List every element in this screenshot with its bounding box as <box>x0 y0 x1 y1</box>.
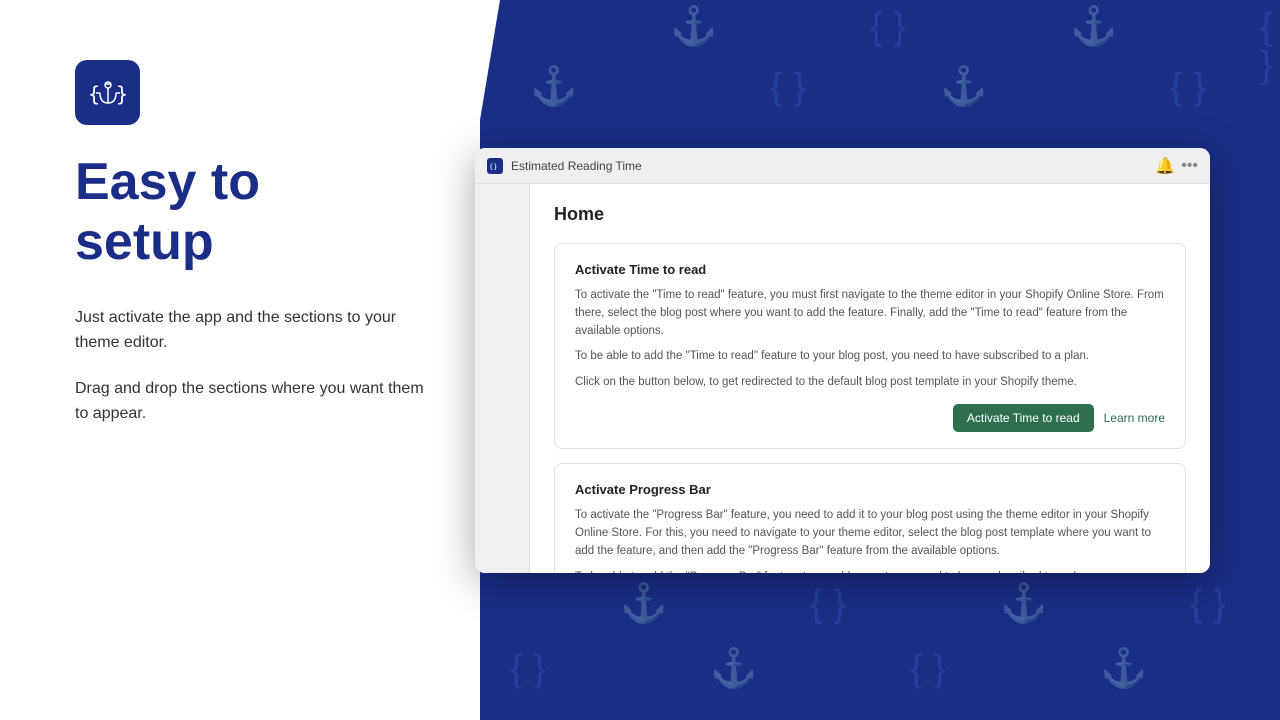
app-window: {} Estimated Reading Time 🔔 ••• Home Act… <box>475 148 1210 573</box>
pattern-brace-icon: { } <box>1170 68 1206 106</box>
headline: Easy to setup <box>75 153 440 273</box>
pattern-anchor-icon: ⚓ <box>1070 8 1117 46</box>
app-icon: {} <box>487 158 503 174</box>
pattern-brace-icon: { } <box>770 68 806 106</box>
pattern-brace-icon: { } <box>1260 8 1280 84</box>
window-title: Estimated Reading Time <box>511 159 1155 173</box>
window-titlebar: {} Estimated Reading Time 🔔 ••• <box>475 148 1210 184</box>
activate-time-to-read-button[interactable]: Activate Time to read <box>953 404 1094 432</box>
pattern-brace-icon: { } <box>910 650 946 688</box>
window-controls: 🔔 ••• <box>1155 156 1198 176</box>
svg-text:}: } <box>116 82 128 106</box>
card1-text3: Click on the button below, to get redire… <box>575 374 1165 392</box>
card1-text2: To be able to add the "Time to read" fea… <box>575 348 1165 366</box>
window-content: Home Activate Time to read To activate t… <box>530 184 1210 573</box>
pattern-anchor-icon: ⚓ <box>670 8 717 46</box>
pattern-anchor-icon: ⚓ <box>1100 650 1147 688</box>
window-sidebar <box>475 184 530 573</box>
pattern-brace-icon: { } <box>870 8 906 46</box>
card-activate-progress-bar: Activate Progress Bar To activate the "P… <box>554 463 1186 573</box>
card2-title: Activate Progress Bar <box>575 482 1165 497</box>
svg-text:{: { <box>88 82 100 106</box>
pattern-brace-icon: { } <box>510 650 546 688</box>
card-activate-time-to-read: Activate Time to read To activate the "T… <box>554 243 1186 449</box>
pattern-anchor-icon: ⚓ <box>710 650 757 688</box>
pattern-anchor-icon: ⚓ <box>1000 585 1047 623</box>
card2-text2: To be able to add the "Progress Bar" fea… <box>575 569 1165 574</box>
pattern-brace-icon: { } <box>810 585 846 623</box>
window-body: Home Activate Time to read To activate t… <box>475 184 1210 573</box>
pattern-brace-icon: { } <box>1190 585 1226 623</box>
pattern-anchor-icon: ⚓ <box>940 68 987 106</box>
logo-icon: { } <box>86 71 130 115</box>
logo: { } <box>75 60 140 125</box>
learn-more-link-1[interactable]: Learn more <box>1104 411 1165 425</box>
card2-text1: To activate the "Progress Bar" feature, … <box>575 507 1165 560</box>
card1-title: Activate Time to read <box>575 262 1165 277</box>
pattern-anchor-icon: ⚓ <box>620 585 667 623</box>
description-2: Drag and drop the sections where you wan… <box>75 376 440 427</box>
description-1: Just activate the app and the sections t… <box>75 305 440 356</box>
content-title: Home <box>554 204 1186 225</box>
card1-actions: Activate Time to read Learn more <box>575 404 1165 432</box>
window-menu-icon[interactable]: ••• <box>1181 157 1198 175</box>
window-bell-icon[interactable]: 🔔 <box>1155 156 1175 176</box>
left-panel: { } Easy to setup Just activate the app … <box>0 0 480 720</box>
svg-text:{}: {} <box>490 163 497 171</box>
card1-text1: To activate the "Time to read" feature, … <box>575 287 1165 340</box>
pattern-anchor-icon: ⚓ <box>530 68 577 106</box>
